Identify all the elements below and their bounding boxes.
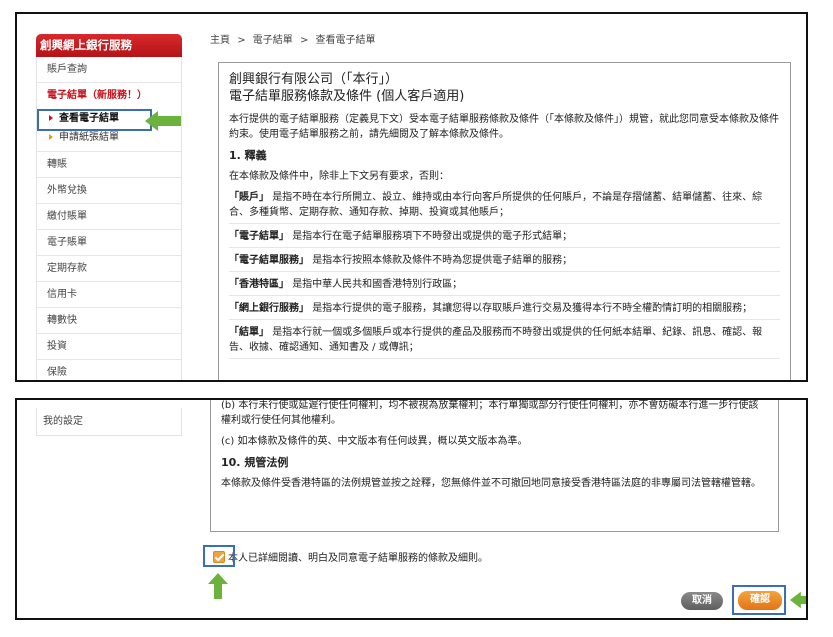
terms-definition: 「香港特區」 是指中華人民共和國香港特別行政區；: [229, 277, 780, 296]
cancel-button[interactable]: 取消: [681, 592, 723, 610]
sidebar-menu: 賬戶查詢 電子結單（新服務！） 查看電子結單 申請紙張結單 轉賬 外幣兌換 繳付…: [36, 57, 182, 380]
terms-scroll-box[interactable]: 創興銀行有限公司（「本行」） 電子結單服務條款及條件 (個人客戶適用) 本行提供…: [218, 62, 791, 380]
sidebar-subitem-paper-statement[interactable]: 申請紙張結單: [37, 128, 181, 152]
sidebar-item-e-bill[interactable]: 電子賬單: [37, 230, 181, 256]
sidebar: 創興網上銀行服務 賬戶查詢 電子結單（新服務！） 查看電子結單 申請紙張結單 轉…: [17, 14, 185, 380]
definition-text: 是指本行提供的電子服務，其讓您得以存取賬戶進行交易及獲得本行不時全權酌情訂明的相…: [312, 303, 753, 314]
terms-definition: 「賬戶」 是指不時在本行所開立、設立、維持或由本行向客戶所提供的任何賬戶，不論是…: [229, 190, 780, 224]
definition-term: 「香港特區」: [229, 279, 289, 290]
top-screenshot-panel: 創興網上銀行服務 賬戶查詢 電子結單（新服務！） 查看電子結單 申請紙張結單 轉…: [15, 12, 808, 382]
confirm-button[interactable]: 確認: [738, 591, 782, 610]
terms-definition: 「電子結單服務」 是指本行按照本條款及條件不時為您提供電子結單的服務；: [229, 253, 780, 272]
agree-label: 本人已詳細閱讀、明白及同意電子結單服務的條款及細則。: [228, 553, 488, 564]
definition-term: 「網上銀行服務」: [229, 303, 309, 314]
definition-text: 是指本行就一個或多個賬戶或本行提供的產品及服務而不時發出或提供的任何紙本結單、紀…: [229, 327, 763, 353]
sidebar-item-time-deposit[interactable]: 定期存款: [37, 256, 181, 282]
sidebar-item-fx[interactable]: 外幣兌換: [37, 178, 181, 204]
breadcrumb: 主頁 > 電子結單 > 查看電子結單: [210, 31, 380, 46]
breadcrumb-separator: >: [237, 35, 246, 46]
terms-title: 電子結單服務條款及條件 (個人客戶適用): [229, 89, 465, 104]
arrow-up-icon: [208, 573, 228, 599]
highlight-box-view-e-statement: [37, 109, 152, 131]
terms-clause-b: (b) 本行未行使或延遲行使任何權利，均不被視為放棄權利；本行單獨或部分行使任何…: [221, 400, 759, 426]
sidebar-item-account-inquiry[interactable]: 賬戶查詢: [37, 57, 181, 83]
bottom-screenshot-panel: 我的設定 (b) 本行未行使或延遲行使任何權利，均不被視為放棄權利；本行單獨或部…: [15, 398, 808, 620]
definition-term: 「賬戶」: [229, 192, 269, 203]
definition-text: 是指本行按照本條款及條件不時為您提供電子結單的服務；: [312, 255, 573, 266]
breadcrumb-home[interactable]: 主頁: [210, 35, 230, 46]
definition-term: 「電子結單」: [229, 231, 289, 242]
breadcrumb-e-statement[interactable]: 電子結單: [253, 35, 293, 46]
sidebar-item-e-statement[interactable]: 電子結單（新服務！）: [37, 83, 181, 109]
terms-clause-c: (c) 如本條款及條件的英、中文版本有任何歧異，概以英文版本為準。: [221, 436, 528, 447]
terms-company-name: 創興銀行有限公司（「本行」）: [229, 72, 399, 87]
definition-text: 是指不時在本行所開立、設立、維持或由本行向客戶所提供的任何賬戶，不論是存摺儲蓄、…: [229, 192, 763, 218]
terms-intro: 本行提供的電子結單服務（定義見下文）受本電子結單服務條款及條件（「本條款及條件」…: [229, 114, 779, 140]
sidebar-brand-header: 創興網上銀行服務: [36, 34, 182, 57]
sidebar-item-fps[interactable]: 轉數快: [37, 308, 181, 334]
sidebar-item-bill-payment[interactable]: 繳付賬單: [37, 204, 181, 230]
terms-section-text: 本條款及條件受香港特區的法例規管並按之詮釋，您無條件並不可撤回地同意接受香港特區…: [221, 478, 761, 489]
highlight-box-checkbox: [203, 545, 235, 567]
terms-section-text: 在本條款及條件中，除非上下文另有要求，否則：: [229, 171, 449, 182]
sidebar-item-my-settings[interactable]: 我的設定: [36, 408, 182, 436]
terms-section-heading: 1. 釋義: [229, 149, 267, 162]
triangle-bullet-icon: [49, 134, 53, 140]
definition-term: 「電子結單服務」: [229, 255, 309, 266]
sidebar-item-investment[interactable]: 投資: [37, 334, 181, 360]
terms-definition: 「結單」 是指本行就一個或多個賬戶或本行提供的產品及服務而不時發出或提供的任何紙…: [229, 325, 780, 359]
breadcrumb-current: 查看電子結單: [315, 35, 376, 46]
definition-text: 是指中華人民共和國香港特別行政區；: [292, 279, 463, 290]
breadcrumb-separator: >: [299, 35, 309, 46]
definition-text: 是指本行在電子結單服務項下不時發出或提供的電子形式結單；: [292, 231, 573, 242]
sidebar-item-transfer[interactable]: 轉賬: [37, 152, 181, 178]
arrow-left-icon: [790, 591, 806, 609]
terms-definition: 「網上銀行服務」 是指本行提供的電子服務，其讓您得以存取賬戶進行交易及獲得本行不…: [229, 301, 780, 320]
terms-definition: 「電子結單」 是指本行在電子結單服務項下不時發出或提供的電子形式結單；: [229, 229, 780, 248]
definition-term: 「結單」: [229, 327, 269, 338]
sidebar-item-insurance[interactable]: 保險: [37, 360, 181, 380]
sidebar-item-credit-card[interactable]: 信用卡: [37, 282, 181, 308]
terms-section-heading: 10. 規管法例: [221, 456, 289, 469]
terms-scroll-box-end[interactable]: (b) 本行未行使或延遲行使任何權利，均不被視為放棄權利；本行單獨或部分行使任何…: [210, 400, 779, 532]
sidebar-subitem-label: 申請紙張結單: [59, 132, 119, 143]
arrow-left-icon: [145, 111, 181, 131]
agree-row: 本人已詳細閱讀、明白及同意電子結單服務的條款及細則。: [213, 549, 488, 564]
